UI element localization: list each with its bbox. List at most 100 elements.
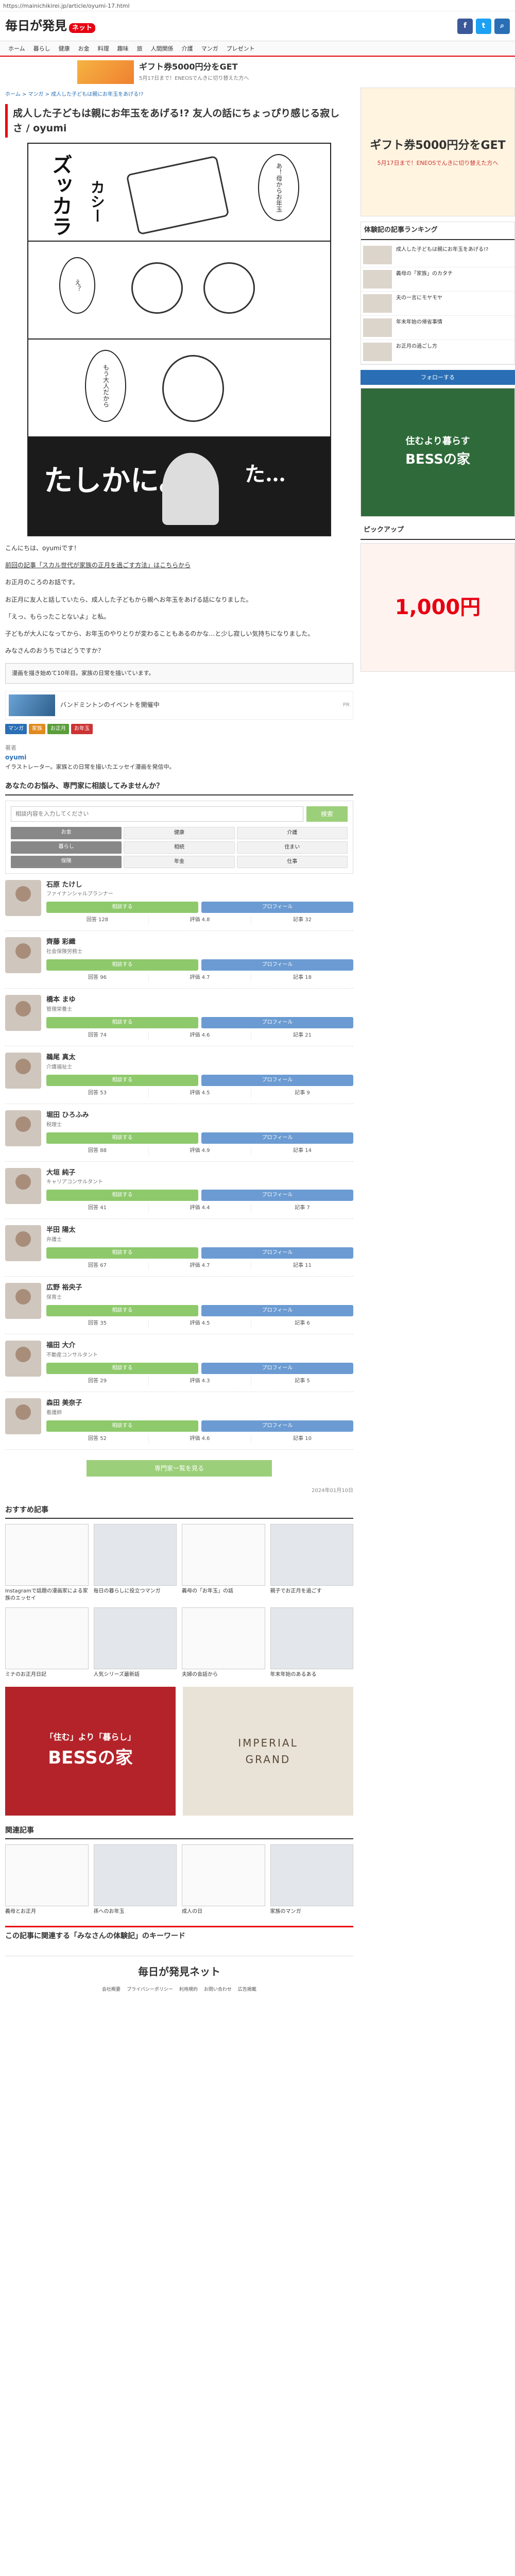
filter-chip[interactable]: 年金 xyxy=(124,855,235,868)
nav-item[interactable]: マンガ xyxy=(197,41,222,56)
ranking-item[interactable]: 夫の一言にモヤモヤ xyxy=(361,292,514,316)
profile-button[interactable]: プロフィール xyxy=(201,1074,353,1086)
consult-button[interactable]: 相談する xyxy=(46,959,198,971)
follow-button[interactable]: フォローする xyxy=(360,369,515,385)
nav-item[interactable]: 料理 xyxy=(94,41,113,56)
nav-item[interactable]: プレゼント xyxy=(222,41,259,56)
expert-title: 保育士 xyxy=(46,1295,62,1301)
consult-button[interactable]: 相談する xyxy=(46,1017,198,1029)
footer-link[interactable]: お問い合わせ xyxy=(204,1986,232,1993)
related-card[interactable]: 義母とお正月 xyxy=(5,1844,89,1916)
top-ad-banner[interactable]: ギフト券5000円分をGET 5月17日まで！ENEOSでんきに切り替えた方へ xyxy=(0,57,515,88)
author-name[interactable]: oyumi xyxy=(5,753,353,762)
filter-chip[interactable]: 介護 xyxy=(236,826,348,839)
twitter-icon[interactable]: t xyxy=(476,18,491,34)
nav-item[interactable]: 人間関係 xyxy=(147,41,178,56)
ranking-item[interactable]: 成人した子どもは親にお年玉をあげる!? xyxy=(361,243,514,267)
nav-item[interactable]: お金 xyxy=(74,41,94,56)
consult-button[interactable]: 相談する xyxy=(46,1420,198,1432)
expert-name[interactable]: 半田 陽太 xyxy=(46,1225,353,1236)
filter-chip[interactable]: 健康 xyxy=(124,826,235,839)
profile-button[interactable]: プロフィール xyxy=(201,1132,353,1144)
profile-button[interactable]: プロフィール xyxy=(201,1017,353,1029)
filter-chip[interactable]: 仕事 xyxy=(236,855,348,868)
bess-ad[interactable]: 「住む」より「暮らし」 BESSの家 xyxy=(5,1687,176,1816)
expert-search-input[interactable] xyxy=(11,806,303,822)
ranking-item[interactable]: 義母の「家族」のカタチ xyxy=(361,267,514,292)
recommend-card[interactable]: 年末年始のあるある xyxy=(270,1607,353,1679)
recommend-card[interactable]: 毎日の暮らしに役立つマンガ xyxy=(93,1524,177,1602)
url-bar: https://mainichikirei.jp/article/oyumi-1… xyxy=(0,0,515,11)
filter-chip[interactable]: 住まい xyxy=(236,841,348,854)
expert-name[interactable]: 石原 たけし xyxy=(46,880,353,891)
inline-ad[interactable]: バンドミントンのイベントを開催中 PR xyxy=(5,690,353,720)
footer-link[interactable]: 広告掲載 xyxy=(238,1986,256,1993)
side-ad-bess[interactable]: 住むより暮らす BESSの家 xyxy=(360,388,515,517)
nav-item[interactable]: ホーム xyxy=(4,41,29,56)
ranking-item[interactable]: お正月の過ごし方 xyxy=(361,340,514,364)
expert-search-button[interactable]: 検索 xyxy=(306,806,348,822)
facebook-icon[interactable]: f xyxy=(457,18,473,34)
tag-item[interactable]: 家族 xyxy=(29,723,45,734)
filter-chip[interactable]: 暮らし xyxy=(11,841,122,854)
expert-name[interactable]: 広野 裕央子 xyxy=(46,1283,353,1294)
footer-link[interactable]: プライバシーポリシー xyxy=(127,1986,173,1993)
expert-name[interactable]: 大垣 純子 xyxy=(46,1168,353,1179)
recommend-card[interactable]: ミナのお正月日記 xyxy=(5,1607,89,1679)
related-card[interactable]: 家族のマンガ xyxy=(270,1844,353,1916)
filter-chip[interactable]: 相続 xyxy=(124,841,235,854)
footer-link[interactable]: 会社概要 xyxy=(102,1986,121,1993)
consult-button[interactable]: 相談する xyxy=(46,1305,198,1317)
profile-button[interactable]: プロフィール xyxy=(201,1247,353,1259)
nav-item[interactable]: 暮らし xyxy=(29,41,55,56)
profile-button[interactable]: プロフィール xyxy=(201,902,353,913)
expert-name[interactable]: 森田 美奈子 xyxy=(46,1398,353,1409)
recommend-card[interactable]: 夫婦の会話から xyxy=(182,1607,265,1679)
expert-name[interactable]: 橋本 まゆ xyxy=(46,995,353,1006)
nav-item[interactable]: 健康 xyxy=(55,41,74,56)
consult-button[interactable]: 相談する xyxy=(46,1132,198,1144)
filter-chip[interactable]: お金 xyxy=(11,826,122,839)
filter-chip[interactable]: 保険 xyxy=(11,855,122,868)
recommend-card[interactable]: 人気シリーズ最新話 xyxy=(93,1607,177,1679)
expert-card: 堀田 ひろふみ 税理士 相談する プロフィール 回答 88 評価 4.9 記事 14 xyxy=(5,1104,353,1162)
pickup-banner[interactable]: 1,000円 xyxy=(360,543,515,672)
expert-stats: 回答 128 評価 4.8 記事 32 xyxy=(46,916,353,925)
recommend-card[interactable]: Instagramで話題の漫画家による家族のエッセイ xyxy=(5,1524,89,1602)
recommend-card[interactable]: 親子でお正月を過ごす xyxy=(270,1524,353,1602)
profile-button[interactable]: プロフィール xyxy=(201,959,353,971)
previous-article-link[interactable]: 前回の記事「スカル世代が家族の正月を過ごす方法」はこちらから xyxy=(5,561,353,570)
search-icon[interactable]: ⌕ xyxy=(494,18,510,34)
consult-button[interactable]: 相談する xyxy=(46,1362,198,1374)
related-card[interactable]: 成人の日 xyxy=(182,1844,265,1916)
avatar xyxy=(5,1225,41,1262)
consult-button[interactable]: 相談する xyxy=(46,1247,198,1259)
tag-item[interactable]: お正月 xyxy=(47,723,69,734)
more-experts-button[interactable]: 専門家一覧を見る xyxy=(87,1460,272,1477)
site-logo[interactable]: 毎日が発見 ネット xyxy=(5,16,96,36)
nav-item[interactable]: 趣味 xyxy=(113,41,133,56)
side-ad-eneos[interactable]: ギフト券5000円分をGET 5月17日まで！ENEOSでんきに切り替えた方へ xyxy=(360,88,515,216)
breadcrumb[interactable]: ホーム > マンガ > 成人した子どもは親にお年玉をあげる!? xyxy=(5,88,353,102)
imperial-ad[interactable]: IMPERIAL GRAND xyxy=(183,1687,353,1816)
nav-item[interactable]: 介護 xyxy=(178,41,197,56)
footer-logo[interactable]: 毎日が発見ネット xyxy=(5,1963,353,1980)
footer-link[interactable]: 利用規約 xyxy=(179,1986,198,1993)
tag-item[interactable]: マンガ xyxy=(5,723,27,734)
nav-item[interactable]: 旅 xyxy=(133,41,147,56)
profile-button[interactable]: プロフィール xyxy=(201,1420,353,1432)
expert-name[interactable]: 福田 大介 xyxy=(46,1341,353,1351)
expert-name[interactable]: 齊藤 彩織 xyxy=(46,937,353,948)
profile-button[interactable]: プロフィール xyxy=(201,1305,353,1317)
tag-item[interactable]: お年玉 xyxy=(71,723,93,734)
consult-button[interactable]: 相談する xyxy=(46,902,198,913)
recommend-card[interactable]: 義母の「お年玉」の話 xyxy=(182,1524,265,1602)
profile-button[interactable]: プロフィール xyxy=(201,1362,353,1374)
related-card[interactable]: 孫へのお年玉 xyxy=(93,1844,177,1916)
profile-button[interactable]: プロフィール xyxy=(201,1190,353,1201)
consult-button[interactable]: 相談する xyxy=(46,1190,198,1201)
ranking-item[interactable]: 年末年始の帰省事情 xyxy=(361,316,514,340)
expert-name[interactable]: 堀田 ひろふみ xyxy=(46,1110,353,1121)
expert-name[interactable]: 鵜尾 真太 xyxy=(46,1053,353,1063)
consult-button[interactable]: 相談する xyxy=(46,1074,198,1086)
